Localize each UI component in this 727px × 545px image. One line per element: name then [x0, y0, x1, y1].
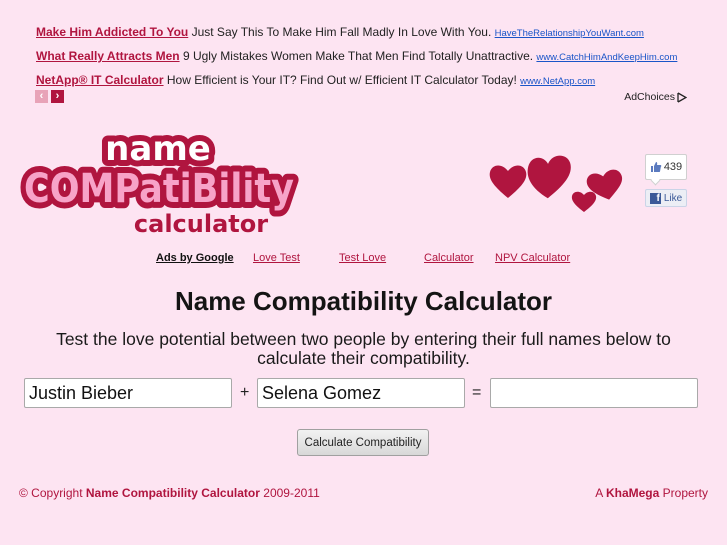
copyright-prefix: © Copyright: [19, 486, 83, 500]
footer-copyright: © Copyright Name Compatibility Calculato…: [19, 486, 320, 500]
second-name-input[interactable]: [257, 378, 465, 408]
property-prefix: A: [595, 486, 603, 500]
result-field[interactable]: [490, 378, 698, 408]
facebook-like-button[interactable]: f Like: [645, 189, 687, 207]
logo-calculator-text: calculator: [134, 210, 268, 238]
facebook-like-count: 439: [645, 154, 687, 180]
intro-text: Test the love potential between two peop…: [56, 329, 671, 368]
ad-link-calculator[interactable]: Calculator: [424, 252, 474, 264]
calculate-compatibility-button[interactable]: Calculate Compatibility: [297, 429, 429, 456]
heart-icon: [527, 155, 571, 199]
heart-icon: [571, 191, 597, 212]
footer-site-name: Name Compatibility Calculator: [85, 486, 260, 500]
equals-sign: =: [472, 384, 482, 401]
ad-item: Make Him Addicted To You Just Say This T…: [36, 24, 716, 48]
first-name-input[interactable]: [24, 378, 232, 408]
footer-property: A KhaMega Property: [595, 486, 708, 500]
copyright-years: 2009-2011: [263, 486, 320, 500]
ad-title-link[interactable]: NetApp® IT Calculator: [36, 73, 164, 87]
thumbs-up-icon: [650, 162, 662, 172]
ad-url-link[interactable]: www.CatchHimAndKeepHim.com: [536, 52, 677, 63]
logo-name-text: name: [105, 129, 211, 169]
ad-description: How Efficient is Your IT? Find Out w/ Ef…: [166, 73, 517, 87]
ad-prev-button[interactable]: ‹: [35, 90, 48, 103]
ad-url-link[interactable]: HaveTheRelationshipYouWant.com: [495, 28, 644, 39]
ad-description: 9 Ugly Mistakes Women Make That Men Find…: [182, 49, 534, 63]
footer-company-link[interactable]: KhaMega: [606, 486, 659, 500]
ad-item: What Really Attracts Men 9 Ugly Mistakes…: [36, 48, 716, 72]
logo-compat-text: COMPatiBility: [24, 166, 294, 212]
heart-icon: [489, 165, 527, 198]
like-label: Like: [663, 192, 683, 204]
adchoices-icon: [677, 91, 687, 103]
facebook-icon: f: [649, 192, 661, 204]
ad-link-npv-calculator[interactable]: NPV Calculator: [495, 252, 570, 264]
plus-sign: +: [240, 384, 250, 401]
ad-link-test-love[interactable]: Test Love: [339, 252, 386, 264]
ads-by-google-link[interactable]: Ads by Google: [156, 252, 234, 264]
ad-item: NetApp® IT Calculator How Efficient is Y…: [36, 72, 716, 96]
ad-pagination: ‹ ›: [35, 90, 64, 103]
adchoices-link[interactable]: AdChoices: [624, 91, 687, 103]
ad-title-link[interactable]: Make Him Addicted To You: [36, 25, 188, 39]
ad-title-link[interactable]: What Really Attracts Men: [36, 49, 180, 63]
ad-url-link[interactable]: www.NetApp.com: [520, 76, 595, 87]
site-logo[interactable]: name name COMPatiBility COMPatiBility ca…: [18, 128, 300, 238]
ad-link-love-test[interactable]: Love Test: [253, 252, 300, 264]
ad-block: Make Him Addicted To You Just Say This T…: [36, 24, 716, 96]
hearts-decoration: [489, 155, 623, 212]
property-suffix: Property: [662, 486, 708, 500]
page-title: Name Compatibility Calculator: [174, 286, 553, 316]
adchoices-label: AdChoices: [624, 91, 675, 103]
like-count: 439: [663, 161, 683, 173]
ad-description: Just Say This To Make Him Fall Madly In …: [191, 25, 492, 39]
ad-next-button[interactable]: ›: [51, 90, 64, 103]
